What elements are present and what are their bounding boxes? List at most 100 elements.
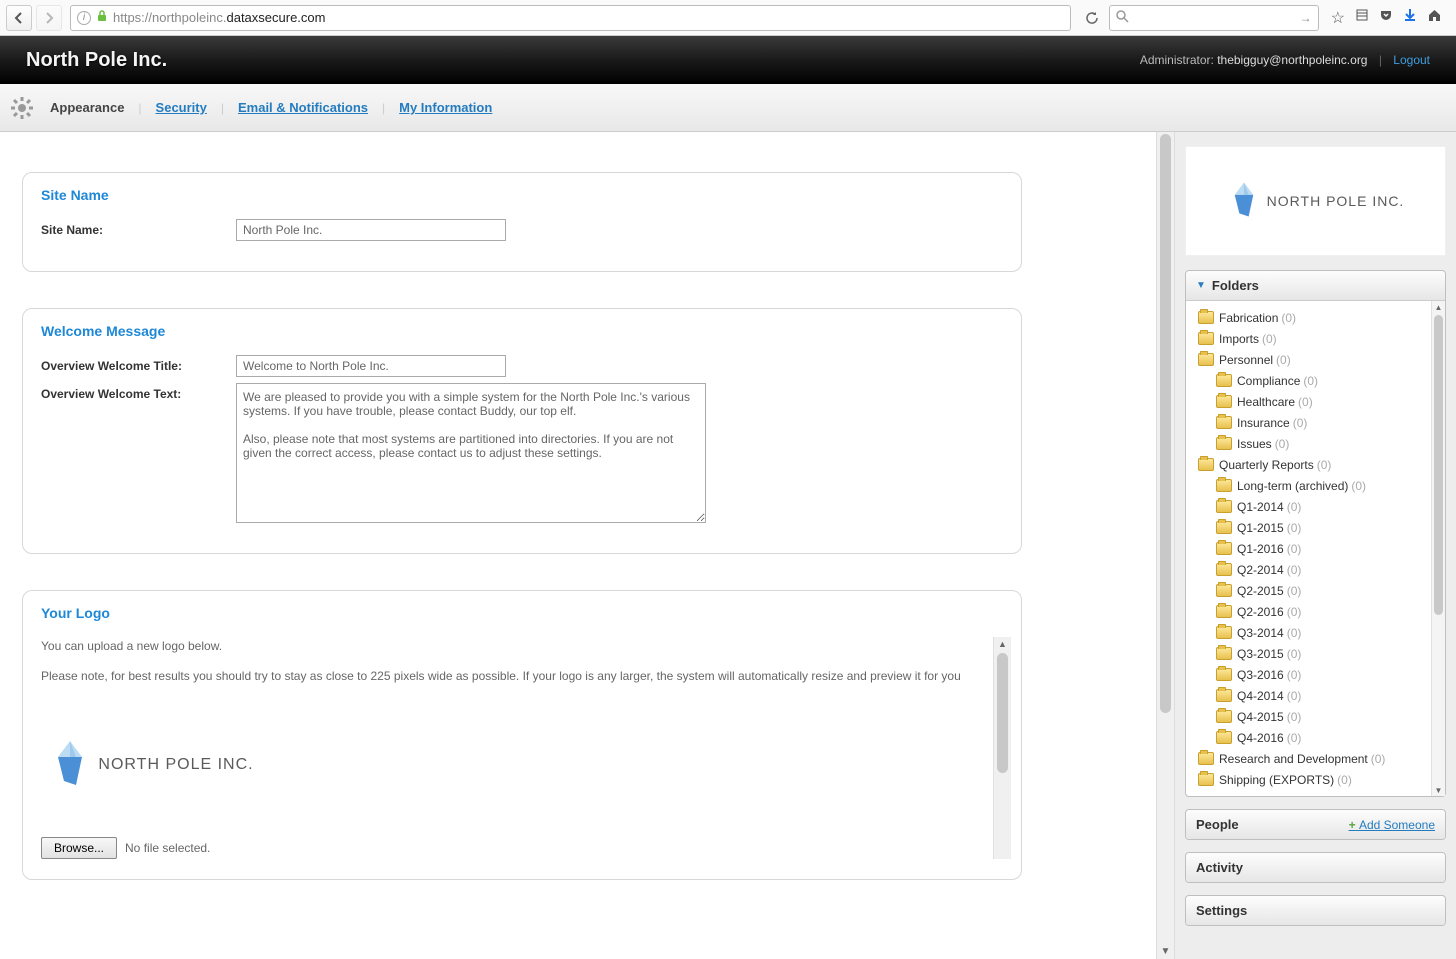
panel-welcome-title: Welcome Message (41, 323, 1003, 339)
folder-item[interactable]: Q3-2016 (0) (1192, 664, 1431, 685)
panel-site-name: Site Name Site Name: (22, 172, 1022, 272)
logo-preview-text: NORTH POLE INC. (98, 753, 253, 777)
folder-count: (0) (1287, 563, 1302, 577)
forward-button[interactable] (36, 5, 62, 31)
scroll-down-icon[interactable]: ▼ (1157, 943, 1174, 959)
folder-item[interactable]: Research and Development (0) (1192, 748, 1431, 769)
scroll-thumb[interactable] (1160, 134, 1171, 713)
home-icon[interactable] (1427, 8, 1442, 28)
folder-count: (0) (1275, 437, 1290, 451)
folder-item[interactable]: Q2-2014 (0) (1192, 559, 1431, 580)
folder-item[interactable]: Shipping (EXPORTS) (0) (1192, 769, 1431, 790)
folder-count: (0) (1293, 416, 1308, 430)
folder-item[interactable]: Imports (0) (1192, 328, 1431, 349)
activity-header[interactable]: Activity (1186, 853, 1445, 882)
folders-title: Folders (1212, 278, 1259, 293)
pocket-icon[interactable] (1379, 8, 1393, 27)
folder-item[interactable]: Q2-2016 (0) (1192, 601, 1431, 622)
folder-name: Q4-2015 (1237, 710, 1284, 724)
scroll-up-icon[interactable]: ▲ (994, 637, 1011, 651)
download-icon[interactable] (1403, 8, 1417, 27)
welcome-title-input[interactable] (236, 355, 506, 377)
folder-count: (0) (1317, 458, 1332, 472)
folder-item[interactable]: Q1-2016 (0) (1192, 538, 1431, 559)
scroll-thumb[interactable] (1434, 315, 1443, 615)
welcome-text-textarea[interactable] (236, 383, 706, 523)
folder-icon (1216, 731, 1232, 744)
folder-item[interactable]: Fabrication (0) (1192, 307, 1431, 328)
folder-name: Q4-2016 (1237, 731, 1284, 745)
url-bar[interactable]: i https://northpoleinc.dataxsecure.com (70, 5, 1071, 31)
folder-name: Q3-2015 (1237, 647, 1284, 661)
main-scrollbar[interactable]: ▲ ▼ (1156, 132, 1174, 959)
browser-search-bar[interactable]: → (1109, 5, 1319, 31)
bookmark-icon[interactable]: ☆ (1331, 8, 1345, 28)
folder-name: Fabrication (1219, 311, 1278, 325)
folder-item[interactable]: Q3-2015 (0) (1192, 643, 1431, 664)
browser-toolbar-icons: ☆ (1323, 8, 1450, 28)
scroll-down-icon[interactable]: ▼ (1432, 784, 1445, 796)
folder-item[interactable]: Q1-2014 (0) (1192, 496, 1431, 517)
folder-item[interactable]: Q4-2016 (0) (1192, 727, 1431, 748)
folder-icon (1216, 542, 1232, 555)
tab-my-information[interactable]: My Information (395, 100, 496, 115)
folder-item[interactable]: Insurance (0) (1192, 412, 1431, 433)
folder-item[interactable]: Q3-2014 (0) (1192, 622, 1431, 643)
folder-item[interactable]: Quarterly Reports (0) (1192, 454, 1431, 475)
scroll-up-icon[interactable]: ▲ (1432, 301, 1445, 313)
folder-count: (0) (1287, 689, 1302, 703)
logo-panel-scrollbar[interactable]: ▲ (993, 637, 1011, 859)
folder-item[interactable]: Personnel (0) (1192, 349, 1431, 370)
folders-scrollbar[interactable]: ▲ ▼ (1431, 301, 1445, 796)
folder-icon (1198, 458, 1214, 471)
folder-count: (0) (1298, 395, 1313, 409)
sidebar-logo-text: NORTH POLE INC. (1267, 193, 1405, 209)
folder-item[interactable]: Q4-2014 (0) (1192, 685, 1431, 706)
people-title: People (1196, 817, 1239, 832)
folder-count: (0) (1287, 731, 1302, 745)
folder-item[interactable]: Compliance (0) (1192, 370, 1431, 391)
folder-icon (1198, 311, 1214, 324)
workspace: Site Name Site Name: Welcome Message Ove… (0, 132, 1456, 959)
folder-icon (1216, 437, 1232, 450)
folder-name: Long-term (archived) (1237, 479, 1348, 493)
people-header[interactable]: People + Add Someone (1186, 810, 1445, 839)
folder-item[interactable]: Q4-2015 (0) (1192, 706, 1431, 727)
logout-link[interactable]: Logout (1393, 53, 1430, 67)
folder-item[interactable]: Long-term (archived) (0) (1192, 475, 1431, 496)
panel-welcome-message: Welcome Message Overview Welcome Title: … (22, 308, 1022, 554)
search-go-icon[interactable]: → (1300, 11, 1312, 25)
sidebar-panel-settings: Settings (1185, 895, 1446, 926)
folder-icon (1216, 521, 1232, 534)
scroll-thumb[interactable] (997, 653, 1008, 773)
folders-header[interactable]: ▼ Folders (1186, 271, 1445, 301)
site-name-input[interactable] (236, 219, 506, 241)
folder-icon (1216, 479, 1232, 492)
folder-icon (1216, 584, 1232, 597)
folder-icon (1216, 689, 1232, 702)
folder-item[interactable]: Healthcare (0) (1192, 391, 1431, 412)
browse-button[interactable]: Browse... (41, 837, 117, 859)
settings-header[interactable]: Settings (1186, 896, 1445, 925)
settings-tab-bar: Appearance | Security | Email & Notifica… (0, 84, 1456, 132)
folder-count: (0) (1337, 773, 1352, 787)
folder-icon (1198, 752, 1214, 765)
browser-chrome: i https://northpoleinc.dataxsecure.com →… (0, 0, 1456, 36)
add-someone-link[interactable]: + Add Someone (1349, 818, 1435, 832)
welcome-title-label: Overview Welcome Title: (41, 355, 236, 373)
tab-appearance[interactable]: Appearance (46, 100, 128, 115)
search-icon (1116, 10, 1129, 26)
folder-item[interactable]: Q1-2015 (0) (1192, 517, 1431, 538)
folder-name: Issues (1237, 437, 1272, 451)
folder-count: (0) (1287, 584, 1302, 598)
plus-icon: + (1349, 818, 1356, 832)
info-icon[interactable]: i (77, 11, 91, 25)
back-button[interactable] (6, 5, 32, 31)
folder-item[interactable]: Issues (0) (1192, 433, 1431, 454)
folder-name: Q2-2015 (1237, 584, 1284, 598)
tab-security[interactable]: Security (152, 100, 211, 115)
tab-email-notifications[interactable]: Email & Notifications (234, 100, 372, 115)
reload-button[interactable] (1079, 5, 1105, 31)
library-icon[interactable] (1355, 8, 1369, 27)
folder-item[interactable]: Q2-2015 (0) (1192, 580, 1431, 601)
